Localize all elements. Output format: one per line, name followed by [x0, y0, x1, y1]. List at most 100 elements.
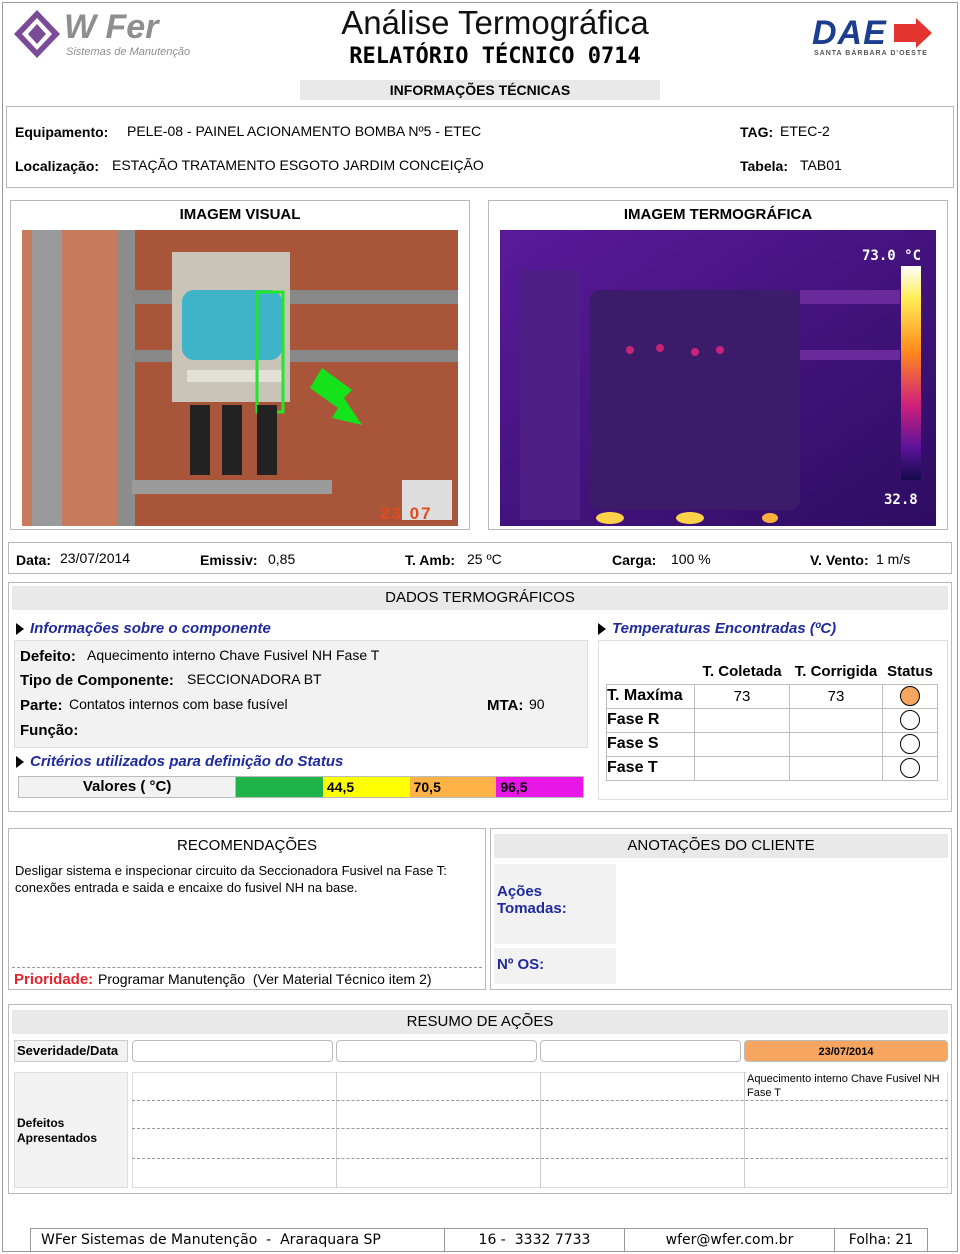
dae-logo-sub: SANTA BÁRBARA D'OESTE	[814, 50, 928, 57]
parte-value: Contatos internos com base fusível	[69, 696, 288, 712]
wfer-logo: W Fer Sistemas de Manutenção	[12, 8, 190, 64]
temps-row-coletada	[694, 755, 790, 781]
temps-row: T. Maxíma 73 73	[606, 683, 938, 709]
parte-label: Parte:	[20, 697, 63, 714]
tabela-label: Tabela:	[740, 158, 788, 174]
footer-folha: Folha: 21	[835, 1229, 927, 1251]
visual-image-stamp: 23 07	[380, 504, 433, 523]
footer: WFer Sistemas de Manutenção - Araraquara…	[30, 1228, 928, 1252]
component-info-heading: Informações sobre o componente	[16, 620, 271, 638]
tag-label: TAG:	[740, 124, 774, 140]
temps-heading: Temperaturas Encontradas (ºC)	[598, 620, 836, 638]
prioridade-label: Prioridade:	[14, 971, 94, 988]
visual-image: 23 07	[22, 230, 458, 526]
emissiv-label: Emissiv:	[200, 552, 258, 568]
temps-header-empty	[607, 660, 695, 684]
status-circle-icon	[900, 710, 920, 730]
criterios-heading: Critérios utilizados para definição do S…	[16, 753, 343, 771]
defeitos-line	[132, 1100, 948, 1101]
defeitos-col-divider	[540, 1072, 541, 1188]
defeitos-col-divider	[336, 1072, 337, 1188]
tabela-value: TAB01	[800, 157, 842, 173]
info-block	[6, 106, 954, 188]
temps-row: Fase R	[606, 707, 938, 733]
equipamento-value: PELE-08 - PAINEL ACIONAMENTO BOMBA Nº5 -…	[127, 123, 482, 139]
wfer-logo-text: W Fer	[64, 8, 159, 46]
equipamento-label: Equipamento:	[15, 124, 109, 140]
footer-email: wfer@wfer.com.br	[625, 1229, 835, 1251]
funcao-label: Função:	[20, 722, 79, 739]
temps-row-coletada	[694, 707, 790, 733]
criterios-title: Critérios utilizados para definição do S…	[30, 753, 344, 770]
report-subtitle: RELATÓRIO TÉCNICO 0714	[349, 44, 641, 69]
temps-row-corrigida: 73	[789, 683, 883, 709]
footer-company: WFer Sistemas de Manutenção - Araraquara…	[31, 1229, 445, 1251]
criterios-label: Valores ( °C)	[19, 777, 237, 797]
wfer-logo-sub: Sistemas de Manutenção	[66, 46, 191, 58]
wfer-logo-icon	[14, 10, 60, 58]
visual-photo	[22, 230, 458, 526]
data-label: Data:	[16, 552, 52, 568]
severidade-date: 23/07/2014	[818, 1046, 874, 1058]
defeito-resumo-text: Aquecimento interno Chave Fusivel NH Fas…	[747, 1072, 947, 1100]
thermal-image: 73.0 °C 32.8	[500, 230, 936, 526]
recomendacoes-title: RECOMENDAÇÕES	[10, 834, 484, 858]
data-value: 23/07/2014	[60, 550, 131, 566]
status-circle-icon	[900, 734, 920, 754]
dae-logo-text: DAE	[812, 14, 887, 52]
carga-label: Carga:	[612, 552, 657, 568]
thermal-image-title: IMAGEM TERMOGRÁFICA	[490, 202, 946, 228]
recomendacoes-divider	[12, 967, 482, 968]
thermal-scale-min: 32.8	[884, 492, 918, 508]
recomendacoes-text: Desligar sistema e inspecionar circuito …	[15, 863, 447, 895]
temps-row-label: Fase S	[606, 731, 695, 757]
defeito-label: Defeito:	[20, 648, 76, 665]
vento-value: 1 m/s	[876, 551, 911, 567]
localizacao-value: ESTAÇÃO TRATAMENTO ESGOTO JARDIM CONCEIÇ…	[112, 157, 484, 173]
visual-image-title: IMAGEM VISUAL	[12, 202, 468, 228]
localizacao-label: Localização:	[15, 158, 100, 174]
footer-phone: 16 - 3332 7733	[445, 1229, 625, 1251]
cliente-title: ANOTAÇÕES DO CLIENTE	[494, 834, 948, 858]
defeitos-line	[132, 1128, 948, 1129]
defeitos-label: Defeitos Apresentados	[17, 1116, 98, 1145]
temps-row: Fase T	[606, 755, 938, 781]
dae-logo: DAE SANTA BÁRBARA D'OESTE	[812, 14, 934, 60]
os-label: Nº OS:	[497, 956, 545, 973]
temps-row-label: Fase R	[606, 707, 695, 733]
severidade-cell-3	[540, 1040, 741, 1062]
temps-row: Fase S	[606, 731, 938, 757]
footer-folha-label: Folha:	[848, 1232, 891, 1248]
defeito-value: Aquecimento interno Chave Fusivel NH Fas…	[87, 647, 380, 663]
temps-row-label: Fase T	[606, 755, 695, 781]
vento-label: V. Vento:	[810, 552, 869, 568]
arrow-logo-icon	[894, 18, 932, 48]
status-circle-icon	[900, 758, 920, 778]
severidade-cell-1	[132, 1040, 333, 1062]
severidade-cell-date: 23/07/2014	[744, 1040, 948, 1062]
temps-row-corrigida	[789, 731, 883, 757]
status-circle-icon	[900, 686, 920, 706]
carga-value: 100 %	[671, 551, 711, 567]
criterios-bar: Valores ( °C) 44,5 70,5 96,5	[18, 776, 584, 798]
component-info-title: Informações sobre o componente	[30, 620, 271, 637]
temps-header-status: Status	[887, 663, 933, 681]
tag-value: ETEC-2	[780, 123, 830, 139]
mta-value: 90	[529, 696, 545, 712]
tipo-label: Tipo de Componente:	[20, 672, 174, 689]
triangle-right-icon	[16, 755, 24, 768]
severidade-cell-2	[336, 1040, 537, 1062]
triangle-right-icon	[598, 622, 606, 635]
tipo-value: SECCIONADORA BT	[187, 671, 322, 687]
prioridade-value: Programar Manutenção (Ver Material Técni…	[98, 971, 432, 987]
defeitos-col-divider	[744, 1072, 745, 1188]
temps-row-corrigida	[789, 755, 883, 781]
criterio-1	[236, 777, 323, 797]
criterio-2: 44,5	[322, 777, 410, 797]
tamb-label: T. Amb:	[405, 552, 456, 568]
defeitos-line	[132, 1158, 948, 1159]
temps-row-corrigida	[789, 707, 883, 733]
temps-header-coletada: T. Coletada	[702, 663, 782, 681]
temps-header-row: T. Coletada T. Corrigida Status	[607, 660, 938, 684]
severidade-label: Severidade/Data	[17, 1043, 119, 1058]
